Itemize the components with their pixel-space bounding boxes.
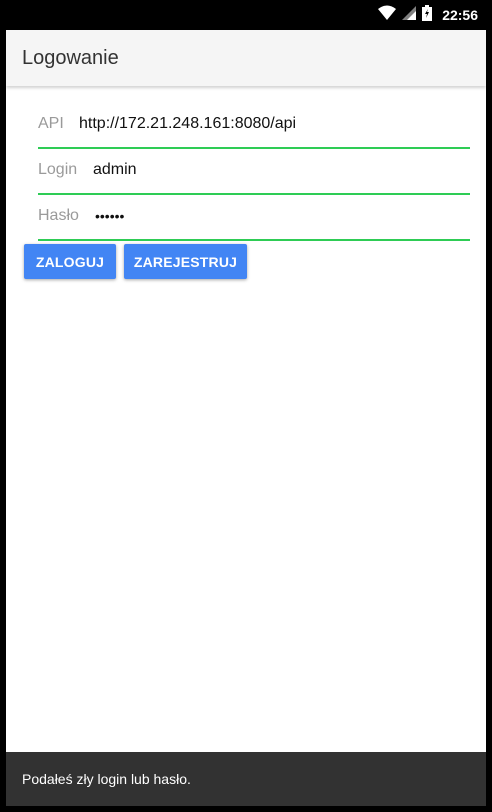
snackbar-message: Podałeś zły login lub hasło. [22, 771, 191, 787]
battery-charging-icon [422, 4, 433, 26]
signal-icon [402, 5, 417, 25]
api-field[interactable]: API http://172.21.248.161:8080/api [38, 101, 470, 149]
login-field[interactable]: Login admin [38, 147, 470, 195]
app-bar: Logowanie [6, 30, 486, 86]
api-input[interactable]: http://172.21.248.161:8080/api [79, 115, 296, 133]
login-button[interactable]: ZALOGUJ [24, 244, 116, 279]
status-bar: 22:56 [6, 0, 486, 30]
login-label: Login [38, 161, 78, 178]
wifi-icon [378, 5, 397, 26]
password-label: Hasło [38, 207, 79, 224]
status-icons: 22:56 [378, 0, 478, 30]
api-label: API [38, 115, 64, 132]
page-title: Logowanie [22, 46, 119, 69]
app-screen: 22:56 Logowanie API http://172.21.248.16… [6, 0, 486, 806]
status-time: 22:56 [442, 7, 478, 23]
snackbar: Podałeś zły login lub hasło. [6, 752, 486, 806]
password-input[interactable]: •••••• [95, 208, 124, 224]
login-input[interactable]: admin [93, 161, 137, 179]
register-button[interactable]: ZAREJESTRUJ [124, 244, 247, 279]
password-field[interactable]: Hasło •••••• [38, 193, 470, 241]
